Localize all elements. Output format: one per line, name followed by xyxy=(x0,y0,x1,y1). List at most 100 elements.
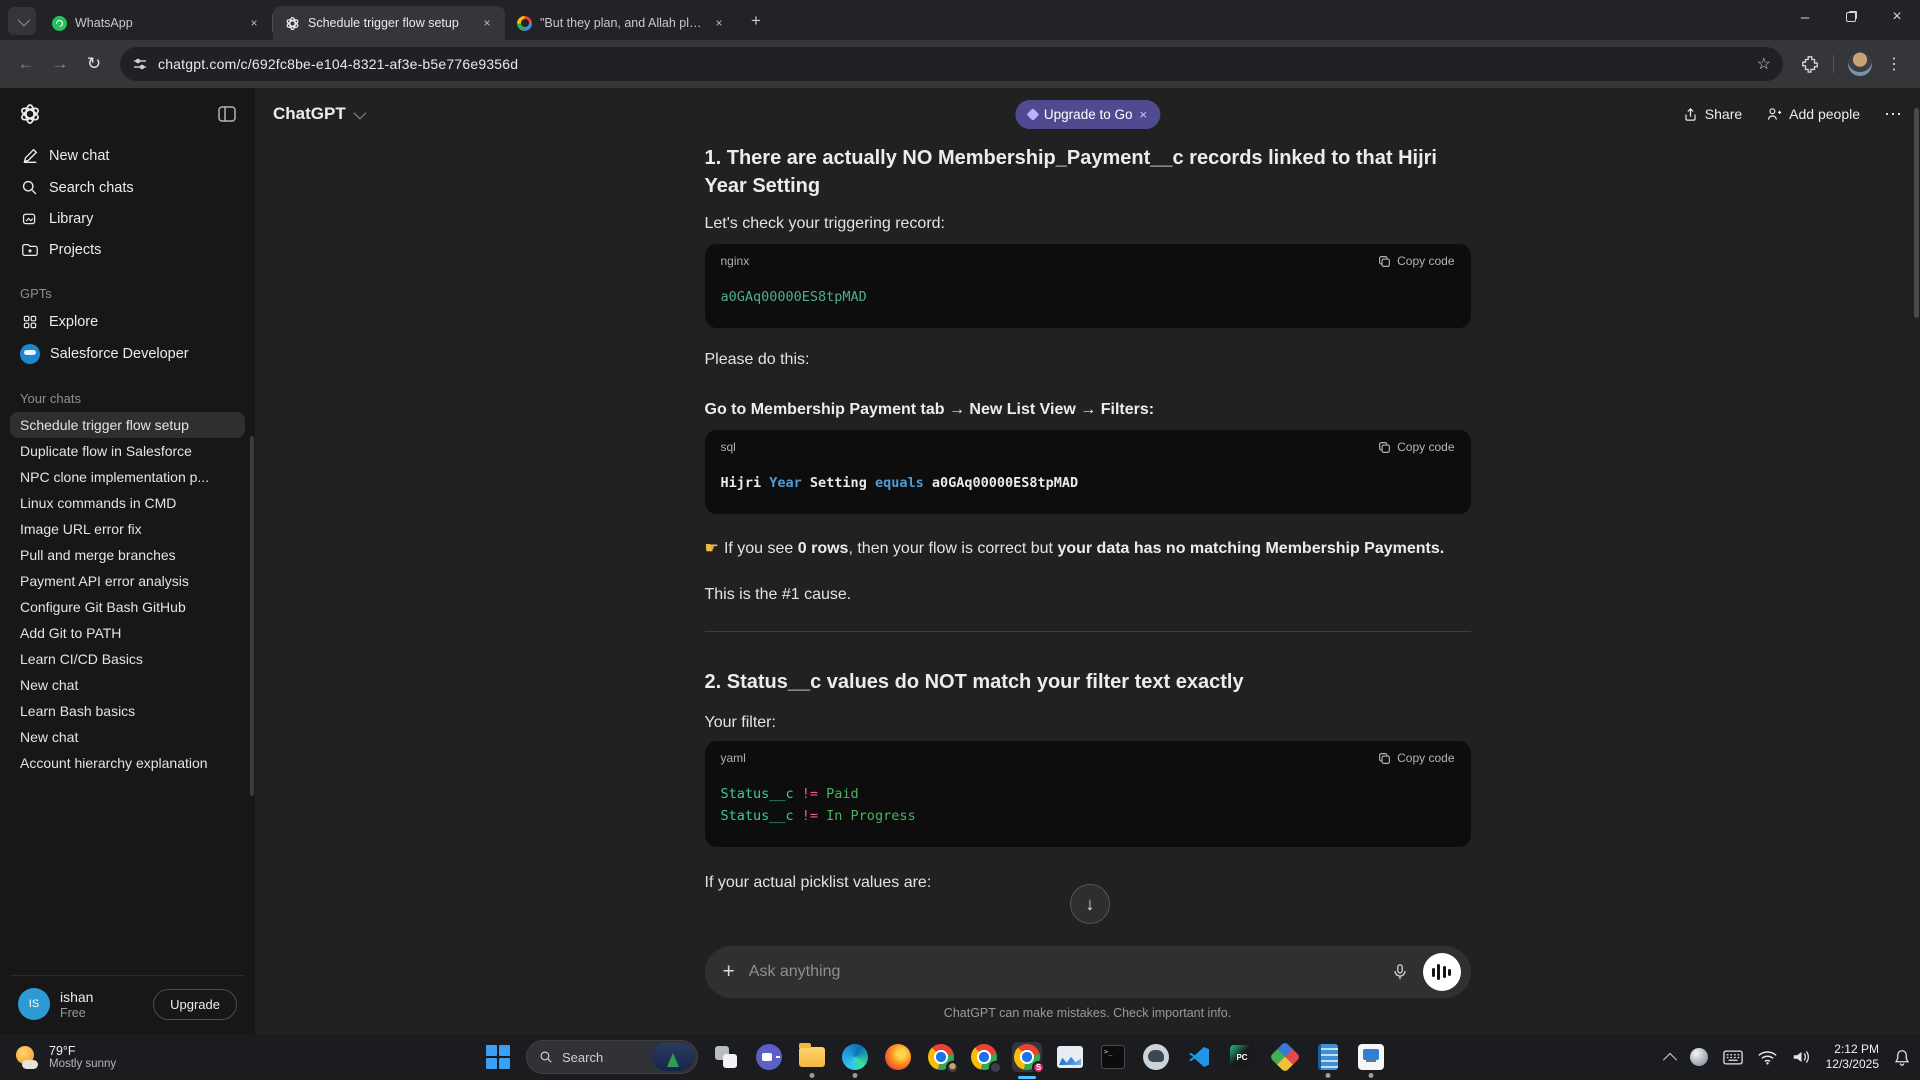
browser-menu-icon[interactable] xyxy=(1886,54,1902,74)
model-switcher[interactable]: ChatGPT xyxy=(273,104,363,124)
taskbar-app-file-explorer[interactable] xyxy=(797,1042,827,1072)
share-button[interactable]: Share xyxy=(1683,106,1742,122)
notifications-bell-icon[interactable] xyxy=(1894,1049,1910,1066)
message-input[interactable] xyxy=(749,963,1377,981)
chat-history-item[interactable]: Pull and merge branches xyxy=(10,542,245,568)
sidebar-item-search-chats[interactable]: Search chats xyxy=(10,172,245,203)
attach-plus-icon[interactable] xyxy=(723,960,735,984)
chat-history-item[interactable]: Add Git to PATH xyxy=(10,620,245,646)
url-text[interactable]: chatgpt.com/c/692fc8be-e104-8321-af3e-b5… xyxy=(158,56,1747,72)
copy-code-button[interactable]: Copy code xyxy=(1378,440,1454,454)
chat-history-item[interactable]: Payment API error analysis xyxy=(10,568,245,594)
taskbar-app-chrome-profile2[interactable] xyxy=(969,1042,999,1072)
upgrade-button[interactable]: Upgrade xyxy=(153,989,237,1020)
chat-history-item[interactable]: Duplicate flow in Salesforce xyxy=(10,438,245,464)
running-indicator xyxy=(853,1073,858,1078)
reload-button[interactable] xyxy=(78,48,110,80)
taskbar-app-edge[interactable] xyxy=(840,1042,870,1072)
chat-history-item[interactable]: Linux commands in CMD xyxy=(10,490,245,516)
chat-history-item[interactable]: Account hierarchy explanation xyxy=(10,750,245,776)
new-tab-button[interactable] xyxy=(743,8,769,34)
taskbar-app-terminal[interactable] xyxy=(1098,1042,1128,1072)
conversation-scroll-area[interactable]: 1. There are actually NO Membership_Paym… xyxy=(255,140,1920,894)
taskbar-weather-widget[interactable]: 79°F Mostly sunny xyxy=(0,1044,116,1071)
conversation-menu-icon[interactable] xyxy=(1884,104,1902,125)
taskbar-app-firefox[interactable] xyxy=(883,1042,913,1072)
tab-search-button[interactable] xyxy=(8,7,36,35)
copy-code-button[interactable]: Copy code xyxy=(1378,254,1454,268)
tray-cloud-icon[interactable] xyxy=(1690,1048,1708,1066)
close-tab-icon[interactable] xyxy=(711,15,727,31)
collapse-sidebar-icon[interactable] xyxy=(217,104,237,124)
tab-whatsapp[interactable]: WhatsApp xyxy=(40,6,272,40)
postgresql-icon xyxy=(1143,1044,1169,1070)
message-composer[interactable] xyxy=(705,946,1471,998)
copy-icon xyxy=(1378,255,1391,268)
chat-history-item[interactable]: NPC clone implementation p... xyxy=(10,464,245,490)
chatgpt-logo-icon[interactable] xyxy=(18,102,42,126)
dictate-mic-icon[interactable] xyxy=(1391,963,1409,981)
wifi-icon[interactable] xyxy=(1758,1050,1777,1065)
chat-history-item[interactable]: New chat xyxy=(10,724,245,750)
browser-profile-avatar[interactable] xyxy=(1848,52,1872,76)
volume-icon[interactable] xyxy=(1792,1049,1811,1065)
search-highlight-thumbnail[interactable] xyxy=(652,1043,694,1071)
taskbar-app-drawio[interactable] xyxy=(1270,1042,1300,1072)
close-tab-icon[interactable] xyxy=(479,15,495,31)
close-tab-icon[interactable] xyxy=(246,15,262,31)
chat-history-item[interactable]: Image URL error fix xyxy=(10,516,245,542)
taskbar-app-widgets[interactable] xyxy=(711,1042,741,1072)
tab-google-quote[interactable]: "But they plan, and Allah plans... xyxy=(505,6,737,40)
extensions-icon[interactable] xyxy=(1801,55,1819,73)
scroll-to-bottom-button[interactable] xyxy=(1070,884,1110,924)
copy-code-button[interactable]: Copy code xyxy=(1378,751,1454,765)
message-heading-1: 1. There are actually NO Membership_Paym… xyxy=(705,144,1471,200)
add-people-button[interactable]: Add people xyxy=(1766,106,1860,122)
user-avatar[interactable]: IS xyxy=(18,988,50,1020)
upgrade-to-go-badge[interactable]: Upgrade to Go xyxy=(1015,100,1160,129)
code-content: Status__c != Paid Status__c != In Progre… xyxy=(705,767,1471,847)
taskbar-app-monitor[interactable] xyxy=(1055,1042,1085,1072)
taskbar-app-pycharm[interactable] xyxy=(1227,1042,1257,1072)
taskbar-app-postgresql[interactable] xyxy=(1141,1042,1171,1072)
chat-history-item[interactable]: Schedule trigger flow setup xyxy=(10,412,245,438)
close-window-button[interactable] xyxy=(1874,0,1920,34)
restore-button[interactable] xyxy=(1828,0,1874,34)
account-row[interactable]: IS ishan Free Upgrade xyxy=(10,975,245,1034)
taskbar-app-chrome-profile1[interactable] xyxy=(926,1042,956,1072)
teams-icon xyxy=(756,1044,782,1070)
forward-button[interactable] xyxy=(44,48,76,80)
sidebar-scrollbar[interactable] xyxy=(250,436,254,796)
address-bar[interactable]: chatgpt.com/c/692fc8be-e104-8321-af3e-b5… xyxy=(120,47,1783,81)
sidebar-item-salesforce-gpt[interactable]: Salesforce Developer xyxy=(10,337,245,371)
chat-history-item[interactable]: Learn CI/CD Basics xyxy=(10,646,245,672)
tab-chatgpt-active[interactable]: Schedule trigger flow setup xyxy=(273,6,505,40)
dismiss-badge-icon[interactable] xyxy=(1139,107,1147,122)
start-button[interactable] xyxy=(483,1042,513,1072)
chat-history-item[interactable]: Configure Git Bash GitHub xyxy=(10,594,245,620)
sidebar-item-explore-gpts[interactable]: Explore xyxy=(10,307,245,337)
taskbar-app-taskpro[interactable] xyxy=(1356,1042,1386,1072)
chat-history-item[interactable]: New chat xyxy=(10,672,245,698)
page-scrollbar[interactable] xyxy=(1914,108,1919,318)
desktop: { "browser": { "tabs": [ { "label": "Wha… xyxy=(0,0,1920,1080)
minimize-button[interactable] xyxy=(1782,0,1828,34)
taskbar-app-teams[interactable] xyxy=(754,1042,784,1072)
sidebar-item-library[interactable]: Library xyxy=(10,203,245,234)
site-settings-icon[interactable] xyxy=(132,56,148,72)
sidebar-item-new-chat[interactable]: New chat xyxy=(10,140,245,172)
voice-mode-button[interactable] xyxy=(1423,953,1461,991)
taskbar-clock[interactable]: 2:12 PM 12/3/2025 xyxy=(1826,1042,1879,1072)
touch-keyboard-icon[interactable] xyxy=(1723,1050,1743,1065)
taskbar-search-box[interactable]: Search xyxy=(526,1040,698,1074)
taskbar-app-vscode[interactable] xyxy=(1184,1042,1214,1072)
sidebar-item-label: New chat xyxy=(49,148,109,164)
back-button[interactable] xyxy=(10,48,42,80)
sidebar-item-projects[interactable]: Projects xyxy=(10,234,245,266)
chat-history-item[interactable]: Learn Bash basics xyxy=(10,698,245,724)
bookmark-star-icon[interactable] xyxy=(1757,54,1771,74)
taskbar-app-notes[interactable] xyxy=(1313,1042,1343,1072)
taskbar-app-chrome-active[interactable]: S xyxy=(1012,1042,1042,1072)
widgets-icon xyxy=(715,1046,737,1068)
tray-overflow-icon[interactable] xyxy=(1663,1053,1677,1067)
